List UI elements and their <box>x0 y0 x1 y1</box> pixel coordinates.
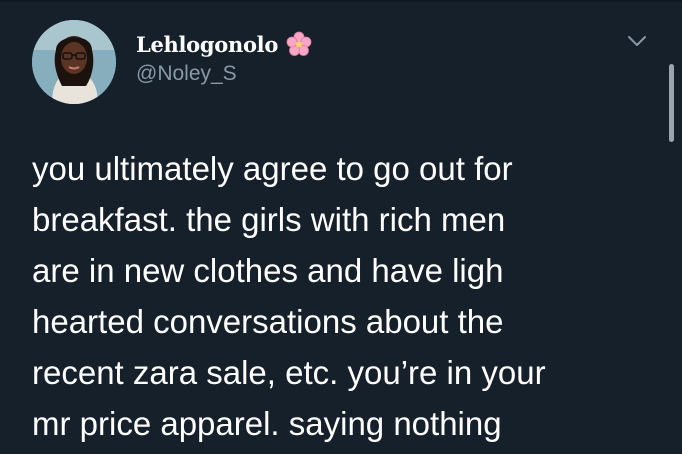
scrollbar-thumb[interactable] <box>669 64 674 142</box>
tweet-text: you ultimately agree to go out for break… <box>32 143 662 449</box>
tweet-text-line: are in new clothes and have ligh <box>32 252 504 289</box>
chevron-down-icon[interactable] <box>626 33 648 49</box>
tweet-text-line: recent zara sale, etc. you’re in your <box>32 354 546 391</box>
tweet-text-line: hearted conversations about the <box>32 303 504 340</box>
tweet-card: Lehlogonolo @Noley_S you ultimately agre… <box>0 0 682 454</box>
top-divider <box>0 0 682 2</box>
author-handle[interactable]: @Noley_S <box>136 62 312 86</box>
cherry-blossom-icon <box>286 31 312 57</box>
display-name[interactable]: Lehlogonolo <box>136 32 278 57</box>
tweet-text-line: you ultimately agree to go out for <box>32 150 513 187</box>
display-name-row: Lehlogonolo <box>136 30 312 58</box>
author-block[interactable]: Lehlogonolo @Noley_S <box>136 30 312 86</box>
tweet-text-line: breakfast. the girls with rich men <box>32 201 506 238</box>
avatar[interactable] <box>32 20 116 104</box>
tweet-text-line: mr price apparel. saying nothing <box>32 405 502 442</box>
